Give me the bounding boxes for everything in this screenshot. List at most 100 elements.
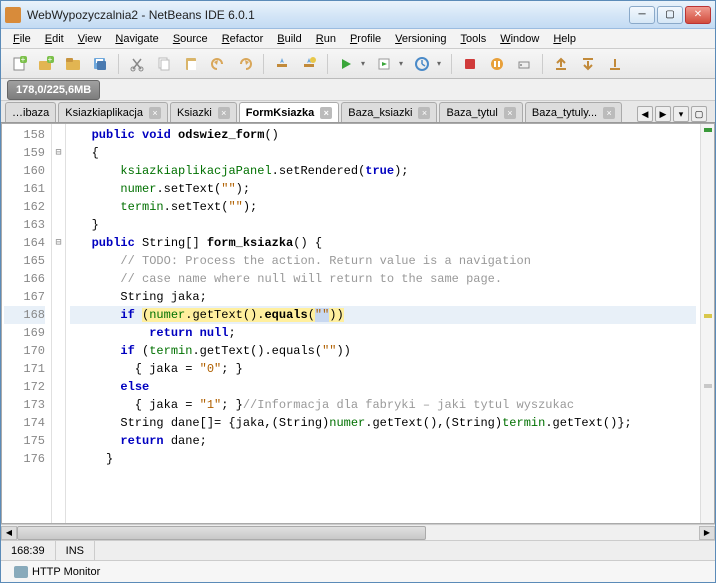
scroll-left-button[interactable]: ◀	[1, 526, 17, 540]
menu-view[interactable]: View	[72, 31, 108, 47]
menu-versioning[interactable]: Versioning	[389, 31, 452, 47]
fold-gutter: ⊟ ⊟	[52, 124, 66, 523]
save-all-button[interactable]	[88, 52, 112, 76]
undo-button[interactable]	[206, 52, 230, 76]
fold-toggle[interactable]: ⊟	[52, 234, 65, 252]
scroll-right-button[interactable]: ▶	[699, 526, 715, 540]
paste-button[interactable]	[179, 52, 203, 76]
tab-formksiazka[interactable]: FormKsiazka ×	[239, 102, 339, 122]
titlebar: WebWypozyczalnia2 - NetBeans IDE 6.0.1 ─…	[1, 1, 715, 29]
open-project-button[interactable]	[61, 52, 85, 76]
menu-source[interactable]: Source	[167, 31, 214, 47]
memory-indicator[interactable]: 178,0/225,6MB	[7, 80, 100, 100]
toolbar-separator	[451, 54, 452, 74]
tab-ksiazki[interactable]: Ksiazki×	[170, 102, 237, 122]
tab-baza_tytuly[interactable]: Baza_tytuly... ×	[525, 102, 622, 122]
window-buttons: ─ ▢ ✕	[629, 6, 711, 24]
tabs-scroll-right[interactable]: ▶	[655, 106, 671, 122]
window-title: WebWypozyczalnia2 - NetBeans IDE 6.0.1	[27, 8, 629, 22]
tab-label: Baza_tytul	[446, 107, 497, 119]
new-project-button[interactable]: +	[34, 52, 58, 76]
http-monitor-button[interactable]: HTTP Monitor	[7, 563, 107, 581]
statusbar: 168:39 INS	[1, 540, 715, 560]
pause-button[interactable]	[485, 52, 509, 76]
scroll-thumb[interactable]	[17, 526, 426, 540]
toolbar-separator	[327, 54, 328, 74]
run-button[interactable]	[334, 52, 358, 76]
cvs-diff-button[interactable]	[603, 52, 627, 76]
cvs-commit-button[interactable]	[576, 52, 600, 76]
cut-button[interactable]	[125, 52, 149, 76]
menu-navigate[interactable]: Navigate	[109, 31, 164, 47]
toolbar-separator	[263, 54, 264, 74]
menubar: FileEditViewNavigateSourceRefactorBuildR…	[1, 29, 715, 49]
run-dropdown[interactable]: ▾	[361, 59, 369, 68]
tab-label: Baza_ksiazki	[348, 107, 412, 119]
line-number-gutter: 1581591601611621631641651661671681691701…	[2, 124, 52, 523]
tab-baza_ksiazki[interactable]: Baza_ksiazki ×	[341, 102, 437, 122]
tab-ksiazkiaplikacja[interactable]: Ksiazkiaplikacja ×	[58, 102, 168, 122]
new-file-button[interactable]: +	[7, 52, 31, 76]
redo-button[interactable]	[233, 52, 257, 76]
toolbar: + + ▾ ▾ ▾	[1, 49, 715, 79]
clean-build-button[interactable]	[297, 52, 321, 76]
menu-file[interactable]: File	[7, 31, 37, 47]
error-stripe[interactable]	[700, 124, 714, 523]
build-button[interactable]	[270, 52, 294, 76]
scroll-track[interactable]	[17, 526, 699, 540]
maximize-button[interactable]: ▢	[657, 6, 683, 24]
bottom-panel: HTTP Monitor	[1, 560, 715, 582]
insert-mode[interactable]: INS	[56, 541, 95, 560]
tab-close-icon[interactable]: ×	[418, 107, 430, 119]
attach-debugger-button[interactable]	[512, 52, 536, 76]
tab-label: Baza_tytuly...	[532, 107, 597, 119]
code-editor[interactable]: 1581591601611621631641651661671681691701…	[1, 123, 715, 524]
error-stripe-mark[interactable]	[704, 128, 712, 132]
tab-close-icon[interactable]: ×	[149, 107, 161, 119]
tab-close-icon[interactable]: ×	[504, 107, 516, 119]
tab-label: Ksiazkiaplikacja	[65, 107, 143, 119]
tab-label: …ibaza	[12, 107, 49, 119]
close-button[interactable]: ✕	[685, 6, 711, 24]
tabs-list-button[interactable]: ▾	[673, 106, 689, 122]
profile-button[interactable]	[410, 52, 434, 76]
toolbar-separator	[542, 54, 543, 74]
copy-button[interactable]	[152, 52, 176, 76]
menu-help[interactable]: Help	[547, 31, 582, 47]
code-content[interactable]: public void odswiez_form() { ksiazkiapli…	[66, 124, 700, 523]
tab-close-icon[interactable]: ×	[218, 107, 230, 119]
debug-button[interactable]	[372, 52, 396, 76]
profile-dropdown[interactable]: ▾	[437, 59, 445, 68]
tabs-scroll-left[interactable]: ◀	[637, 106, 653, 122]
svg-text:+: +	[48, 56, 53, 64]
cvs-update-button[interactable]	[549, 52, 573, 76]
menu-build[interactable]: Build	[271, 31, 307, 47]
minimize-button[interactable]: ─	[629, 6, 655, 24]
svg-text:+: +	[21, 56, 26, 64]
ide-window: WebWypozyczalnia2 - NetBeans IDE 6.0.1 ─…	[0, 0, 716, 583]
editor-tabs: …ibazaKsiazkiaplikacja×Ksiazki×FormKsiaz…	[1, 101, 715, 123]
http-monitor-label: HTTP Monitor	[32, 566, 100, 578]
tab-close-icon[interactable]: ×	[320, 107, 332, 119]
error-stripe-mark[interactable]	[704, 384, 712, 388]
menu-run[interactable]: Run	[310, 31, 342, 47]
stop-button[interactable]	[458, 52, 482, 76]
cursor-position: 168:39	[1, 541, 56, 560]
tab-baza_tytul[interactable]: Baza_tytul ×	[439, 102, 522, 122]
menu-edit[interactable]: Edit	[39, 31, 70, 47]
menu-tools[interactable]: Tools	[455, 31, 493, 47]
app-icon	[5, 7, 21, 23]
horizontal-scrollbar[interactable]: ◀ ▶	[1, 524, 715, 540]
menu-refactor[interactable]: Refactor	[216, 31, 270, 47]
tab-ibaza[interactable]: …ibaza	[5, 102, 56, 122]
memory-bar: 178,0/225,6MB	[1, 79, 715, 101]
tab-close-icon[interactable]: ×	[603, 107, 615, 119]
toolbar-separator	[118, 54, 119, 74]
menu-window[interactable]: Window	[494, 31, 545, 47]
fold-toggle[interactable]: ⊟	[52, 144, 65, 162]
tab-label: FormKsiazka	[246, 107, 314, 119]
menu-profile[interactable]: Profile	[344, 31, 387, 47]
debug-dropdown[interactable]: ▾	[399, 59, 407, 68]
tabs-maximize-button[interactable]: ▢	[691, 106, 707, 122]
error-stripe-mark[interactable]	[704, 314, 712, 318]
